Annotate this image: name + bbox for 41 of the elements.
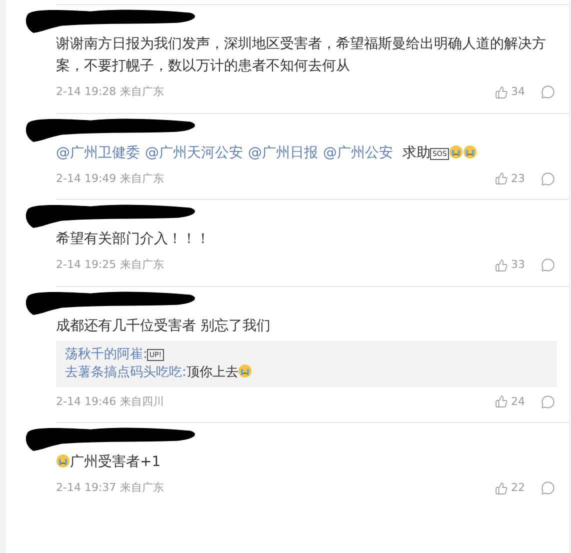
- thumbs-up-icon: [495, 482, 508, 495]
- comment-icon[interactable]: [541, 481, 555, 496]
- comment-source: 来自四川: [120, 394, 164, 410]
- thumbs-up-icon: [495, 172, 508, 186]
- comment-text: 广州受害者+1: [70, 454, 161, 470]
- comment-text: 求助: [401, 144, 430, 160]
- thumbs-up-icon: [495, 86, 508, 99]
- comment-source: 来自广东: [120, 84, 164, 100]
- thumbs-up-icon: [495, 258, 508, 272]
- like-button[interactable]: 33: [495, 257, 525, 274]
- comment-time: 2-14 19:37: [56, 480, 116, 496]
- crying-face-icon: [56, 454, 70, 468]
- like-button[interactable]: 24: [495, 394, 525, 410]
- comment-source: 来自广东: [120, 480, 164, 496]
- comment-icon[interactable]: [541, 172, 555, 186]
- comment-source: 来自广东: [120, 170, 164, 186]
- comment-text: 成都还有几千位受害者 别忘了我们: [56, 318, 270, 334]
- mention-link[interactable]: @广州天河公安: [145, 144, 243, 160]
- mention-link[interactable]: @广州日报: [248, 144, 318, 160]
- crying-face-icon: [238, 364, 252, 378]
- comment-text: 希望有关部门介入！！！: [56, 231, 210, 247]
- mention-link[interactable]: @广州公安: [323, 144, 393, 160]
- mention-link[interactable]: @广州卫健委: [56, 144, 140, 160]
- comment-text: 顶你上去: [186, 364, 238, 380]
- thumbs-up-icon: [495, 395, 508, 408]
- like-button[interactable]: 22: [495, 480, 525, 496]
- comment-icon[interactable]: [541, 258, 555, 272]
- reply-author[interactable]: 荡秋千的阿崔:: [65, 346, 148, 362]
- comment-icon[interactable]: [541, 394, 555, 409]
- comment-time: 2-14 19:25: [56, 257, 116, 273]
- comment-time: 2-14 19:46: [56, 394, 116, 410]
- comment-source: 来自广东: [120, 257, 164, 273]
- crying-face-icon: [462, 144, 477, 158]
- comment-time: 2-14 19:49: [56, 170, 116, 186]
- like-button[interactable]: 23: [495, 170, 525, 187]
- comment-time: 2-14 19:28: [56, 84, 116, 100]
- crying-face-icon: [448, 144, 463, 158]
- comment-icon[interactable]: [541, 85, 555, 100]
- like-button[interactable]: 34: [495, 84, 525, 100]
- reply-author[interactable]: 去薯条搞点码头吃吃:: [65, 364, 186, 380]
- comment-text: 谢谢南方日报为我们发声，深圳地区受害者，希望福斯曼给出明确人道的解决方案，不要打幌子，数以万计的患者不知何去何从: [56, 36, 546, 74]
